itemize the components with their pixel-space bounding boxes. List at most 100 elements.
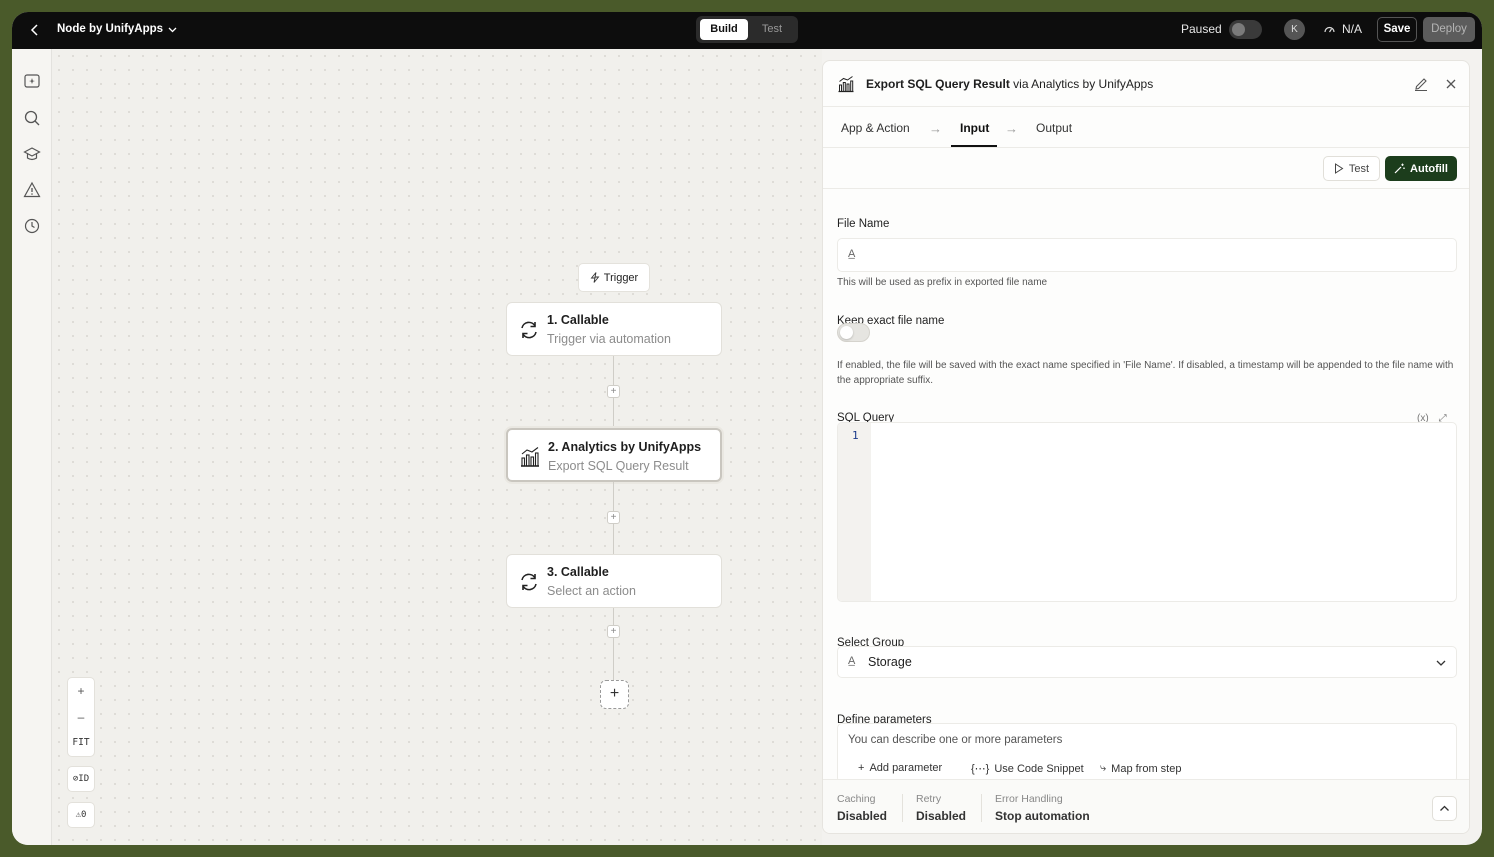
- arrow-right-icon: →: [1005, 121, 1018, 136]
- gauge-icon: [1324, 26, 1335, 32]
- workflow-node-2[interactable]: 2. Analytics by UnifyApps Export SQL Que…: [506, 428, 722, 482]
- node-title: 2. Analytics by UnifyApps: [548, 440, 702, 454]
- pencil-icon[interactable]: [1413, 76, 1429, 92]
- file-name-help: This will be used as prefix in exported …: [837, 277, 1048, 288]
- action-name: Export SQL Query Result: [866, 77, 1010, 91]
- deploy-button[interactable]: Deploy: [1423, 17, 1475, 42]
- add-step-button[interactable]: +: [600, 680, 629, 709]
- panel-header: Export SQL Query Result via Analytics by…: [823, 61, 1469, 107]
- graduation-cap-icon[interactable]: [23, 145, 41, 163]
- close-icon[interactable]: [1443, 76, 1459, 92]
- retry-label: Retry: [916, 793, 942, 805]
- active-tab-indicator: [951, 145, 997, 147]
- keep-exact-toggle[interactable]: [837, 323, 870, 342]
- top-bar: Node by UnifyApps Build Test Paused K N/…: [12, 12, 1482, 49]
- add-parameter-button[interactable]: + Add parameter: [858, 762, 942, 774]
- line-gutter: [838, 423, 871, 601]
- tab-test[interactable]: Test: [750, 19, 794, 40]
- workflow-node-1[interactable]: 1. Callable Trigger via automation: [506, 302, 722, 356]
- id-toggle-label: ID: [78, 774, 90, 784]
- test-button[interactable]: Test: [1323, 156, 1380, 181]
- tab-app-action[interactable]: App & Action: [841, 121, 910, 135]
- lightning-icon: [590, 272, 600, 283]
- save-button[interactable]: Save: [1377, 17, 1417, 42]
- text-type-icon: A̲: [848, 655, 856, 667]
- zoom-controls: + – FIT: [67, 677, 95, 757]
- use-code-snippet-label: Use Code Snippet: [994, 762, 1084, 775]
- workflow-node-3[interactable]: 3. Callable Select an action: [506, 554, 722, 608]
- parameters-placeholder: You can describe one or more parameters: [848, 734, 1063, 746]
- node-subtitle: Trigger via automation: [547, 332, 671, 346]
- line-number: 1: [852, 429, 859, 442]
- tab-build[interactable]: Build: [700, 19, 748, 40]
- node-title: 3. Callable: [547, 565, 609, 579]
- mode-switch: Build Test: [696, 16, 798, 43]
- magic-wand-icon: [1394, 163, 1405, 174]
- group-select[interactable]: A̲ Storage: [837, 646, 1457, 678]
- divider: [981, 794, 982, 822]
- node-subtitle: Select an action: [547, 584, 636, 598]
- trigger-label: Trigger: [603, 271, 639, 284]
- warning-icon[interactable]: [23, 181, 41, 199]
- retry-value: Disabled: [916, 809, 967, 823]
- code-braces-icon: {⋯}: [971, 763, 990, 775]
- app-frame: Node by UnifyApps Build Test Paused K N/…: [12, 12, 1482, 845]
- autofill-button[interactable]: Autofill: [1385, 156, 1457, 181]
- error-handling-setting[interactable]: Error Handling Stop automation: [995, 793, 1090, 823]
- file-name-label: File Name: [837, 218, 890, 230]
- workflow-canvas[interactable]: Trigger 1. Callable Trigger via automati…: [52, 49, 822, 845]
- ai-chat-icon[interactable]: [23, 73, 41, 91]
- caching-value: Disabled: [837, 809, 888, 823]
- caching-setting[interactable]: Caching Disabled: [837, 793, 887, 823]
- keep-exact-help: If enabled, the file will be saved with …: [837, 360, 1454, 386]
- sql-editor[interactable]: 1: [837, 422, 1457, 602]
- warnings-count: 0: [81, 810, 87, 820]
- error-handling-label: Error Handling: [995, 793, 1063, 805]
- sync-icon: [521, 321, 537, 339]
- id-toggle-button[interactable]: ⊘ID: [67, 766, 95, 792]
- back-arrow-icon[interactable]: [26, 21, 44, 39]
- insert-step-button[interactable]: +: [607, 511, 620, 524]
- tab-output[interactable]: Output: [1036, 121, 1072, 135]
- chevron-up-icon: [1440, 805, 1449, 811]
- app-title-dropdown[interactable]: Node by UnifyApps: [57, 23, 178, 35]
- chevron-down-icon: [168, 27, 177, 32]
- fit-view-button[interactable]: FIT: [68, 730, 94, 756]
- analytics-chart-icon: [521, 447, 539, 467]
- panel-title: Export SQL Query Result via Analytics by…: [866, 77, 1153, 91]
- insert-step-button[interactable]: +: [607, 625, 620, 638]
- use-code-snippet-button[interactable]: {⋯} Use Code Snippet: [971, 762, 1084, 776]
- app-name: Analytics by UnifyApps: [1031, 77, 1154, 91]
- map-from-step-button[interactable]: ⤷ Map from step: [1100, 762, 1181, 775]
- panel-tabs: App & Action → Input → Output: [823, 108, 1469, 148]
- insert-step-button[interactable]: +: [607, 385, 620, 398]
- chevron-down-icon: [1436, 660, 1446, 666]
- title-connector: via: [1009, 77, 1032, 91]
- app-title: Node by UnifyApps: [57, 23, 164, 35]
- panel-footer: Caching Disabled Retry Disabled Error Ha…: [823, 779, 1469, 833]
- tab-input[interactable]: Input: [960, 121, 989, 135]
- text-type-icon: A̲: [848, 248, 856, 260]
- status-label: Paused: [1181, 22, 1222, 36]
- search-icon[interactable]: [23, 109, 41, 127]
- collapse-footer-button[interactable]: [1432, 796, 1457, 821]
- file-name-field[interactable]: A̲: [837, 238, 1457, 272]
- node-subtitle: Export SQL Query Result: [548, 459, 689, 473]
- zoom-out-button[interactable]: –: [68, 704, 94, 730]
- plus-icon: +: [858, 762, 865, 774]
- autofill-label: Autofill: [1410, 162, 1448, 175]
- metric-indicator[interactable]: N/A: [1323, 22, 1362, 36]
- trigger-chip[interactable]: Trigger: [578, 263, 650, 292]
- arrow-right-icon: →: [929, 121, 942, 136]
- avatar[interactable]: K: [1284, 19, 1305, 40]
- zoom-in-button[interactable]: +: [68, 678, 94, 704]
- warnings-button[interactable]: ⚠0: [67, 802, 95, 828]
- history-icon[interactable]: [23, 217, 41, 235]
- test-label: Test: [1348, 162, 1370, 175]
- add-parameter-label: Add parameter: [869, 762, 943, 774]
- pause-toggle[interactable]: [1229, 20, 1262, 39]
- connector: [613, 608, 614, 680]
- map-from-step-label: Map from step: [1111, 762, 1182, 775]
- parameters-box[interactable]: You can describe one or more parameters …: [837, 723, 1457, 783]
- retry-setting[interactable]: Retry Disabled: [916, 793, 966, 823]
